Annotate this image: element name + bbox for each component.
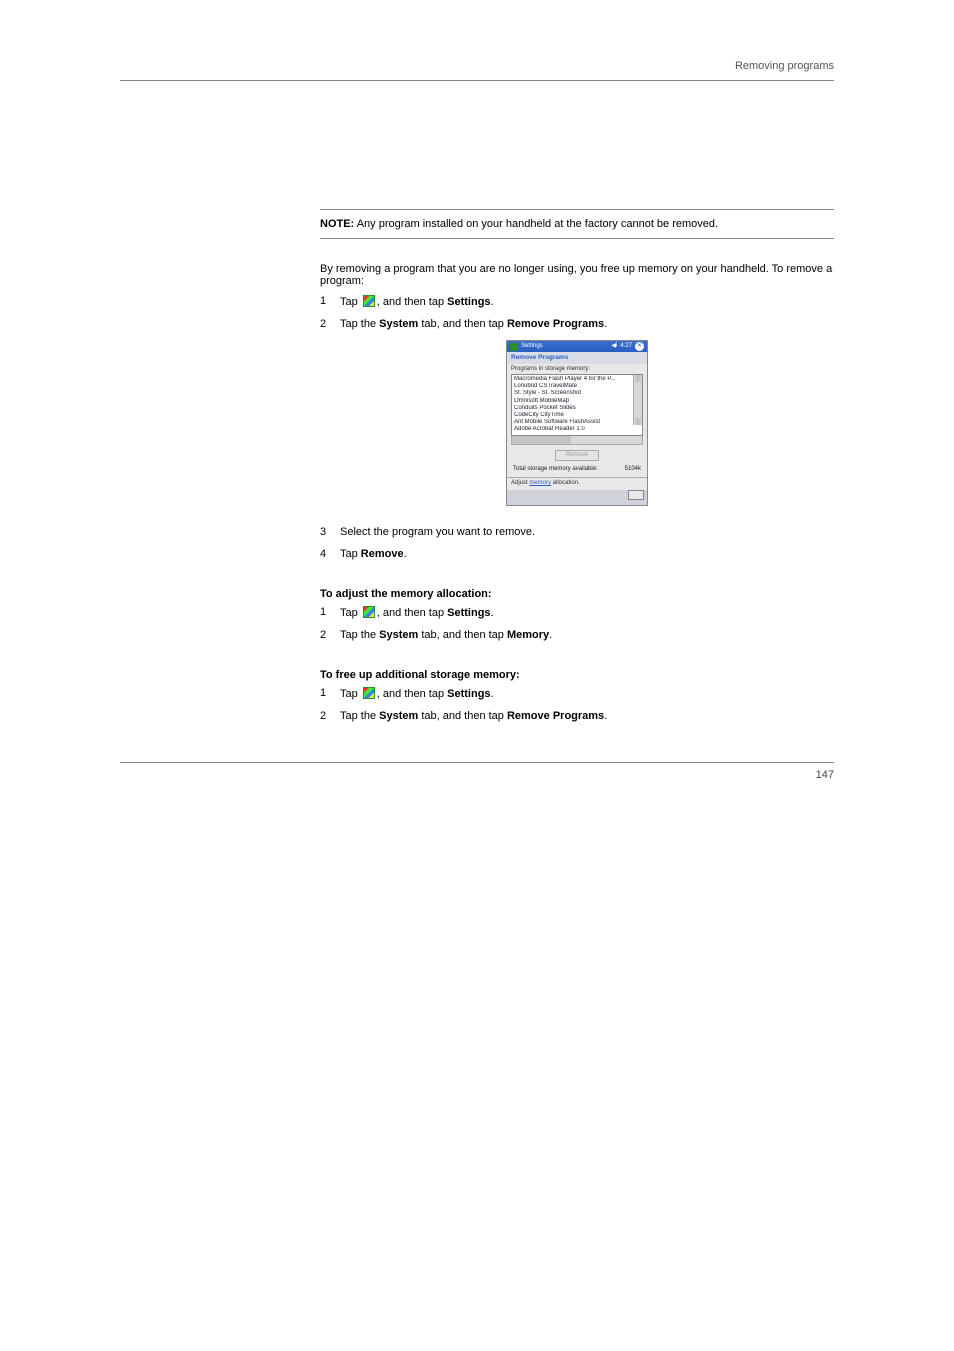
steps-remove-program-cont: 3 Select the program you want to remove.… <box>320 526 834 560</box>
start-icon <box>510 343 518 351</box>
ok-button-icon: ✕ <box>635 342 644 351</box>
adjust-suffix: allocation. <box>551 480 580 486</box>
step-text: Tap Remove. <box>340 548 834 560</box>
subheading-free-storage: To free up additional storage memory: <box>320 669 834 681</box>
list-label: Programs in storage memory: <box>507 364 647 374</box>
device-screenshot: Settings ◀ἱ 4:27 ✕ Remove Programs Progr… <box>506 340 648 506</box>
footer-rule <box>120 762 834 763</box>
steps-free-storage: 1 Tap , and then tap Settings. 2 Tap the… <box>320 687 834 722</box>
note-block: NOTE: Any program installed on your hand… <box>320 218 834 230</box>
header-rule <box>120 80 834 81</box>
adjust-memory-row: Adjust memory allocation. <box>507 477 647 489</box>
step-number: 1 <box>320 606 340 618</box>
sip-bar <box>507 490 647 505</box>
keyboard-icon <box>628 490 644 500</box>
step-text: Tap , and then tap Settings. <box>340 295 834 308</box>
list-item: CodeCity CityTime <box>514 412 640 419</box>
list-item: Lonubrid CSTravelMate <box>514 383 640 390</box>
start-icon <box>363 687 375 699</box>
steps-remove-program: 1 Tap , and then tap Settings. 2 Tap the… <box>320 295 834 330</box>
step-number: 2 <box>320 629 340 641</box>
steps-adjust-memory: 1 Tap , and then tap Settings. 2 Tap the… <box>320 606 834 641</box>
step-number: 1 <box>320 295 340 307</box>
intro-paragraph: By removing a program that you are no lo… <box>320 263 834 287</box>
memory-value: 5104k <box>625 466 641 473</box>
step-text: Tap , and then tap Settings. <box>340 687 834 700</box>
speaker-icon: ◀ἱ <box>611 343 617 350</box>
device-titlebar: Settings ◀ἱ 4:27 ✕ <box>507 341 647 352</box>
note-label: NOTE: <box>320 218 354 230</box>
scrollbar-vertical <box>633 375 642 425</box>
running-header: Removing programs <box>120 60 834 72</box>
screen-caption: Remove Programs <box>507 352 647 364</box>
step-text: Tap the System tab, and then tap Remove … <box>340 318 834 330</box>
start-icon <box>363 295 375 307</box>
scrollbar-horizontal <box>511 436 643 445</box>
step-1a-rest: , and then tap Settings. <box>377 296 494 308</box>
subheading-adjust-memory: To adjust the memory allocation: <box>320 588 834 600</box>
page-footer: 147 <box>120 762 834 781</box>
note-rule-top <box>320 209 834 210</box>
memory-label: Total storage memory available: <box>513 466 598 473</box>
memory-link: memory <box>529 480 551 486</box>
note-rule-bottom <box>320 238 834 239</box>
step-number: 2 <box>320 710 340 722</box>
list-item: Omnisoft MobileMap <box>514 398 640 405</box>
list-item: Ant Mobile Software FlashAssist <box>514 419 640 426</box>
programs-listbox: Macromedia Flash Player 4 for the P... L… <box>511 374 643 436</box>
step-text: Tap the System tab, and then tap Memory. <box>340 629 834 641</box>
step-number: 1 <box>320 687 340 699</box>
step-number: 2 <box>320 318 340 330</box>
step-number: 3 <box>320 526 340 538</box>
remove-button: Remove <box>555 450 599 461</box>
list-item: Conduits Pocket Slides <box>514 405 640 412</box>
list-item: St. Style - St. Screenshot <box>514 390 640 397</box>
adjust-prefix: Adjust <box>511 480 529 486</box>
note-text: Any program installed on your handheld a… <box>357 218 718 230</box>
titlebar-time: 4:27 <box>620 343 632 350</box>
step-number: 4 <box>320 548 340 560</box>
list-item: Adobe Acrobat Reader 1.0 <box>514 426 640 433</box>
step-text: Select the program you want to remove. <box>340 526 834 538</box>
list-item: Macromedia Flash Player 4 for the P... <box>514 376 640 383</box>
start-icon <box>363 606 375 618</box>
titlebar-title: Settings <box>521 343 543 350</box>
step-text: Tap , and then tap Settings. <box>340 606 834 619</box>
step-text: Tap the System tab, and then tap Remove … <box>340 710 834 722</box>
page-number: 147 <box>120 769 834 781</box>
